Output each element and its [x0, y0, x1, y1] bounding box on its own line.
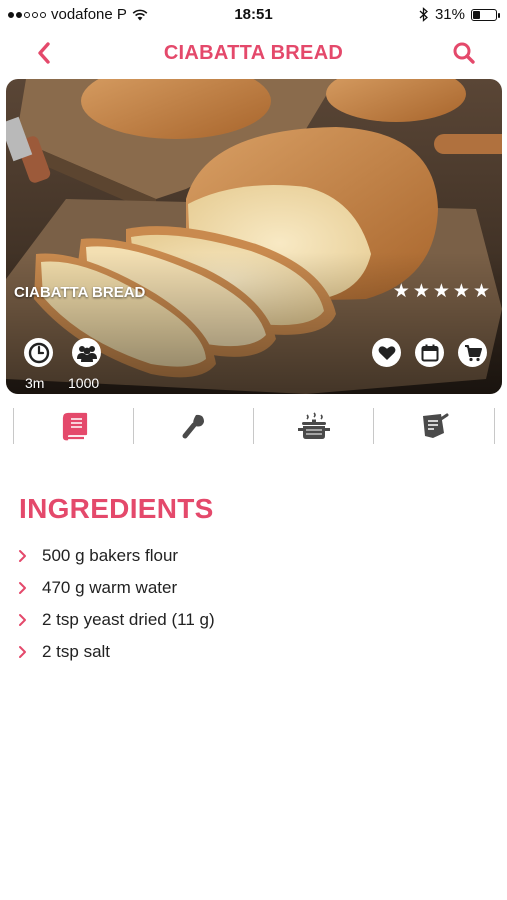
status-bar: vodafone P 18:51 31%	[0, 0, 507, 30]
tab-ingredients[interactable]	[14, 406, 134, 446]
star-icon[interactable]: ★	[473, 282, 490, 301]
chevron-right-icon	[18, 645, 28, 659]
heart-icon	[378, 345, 395, 360]
battery-percent: 31%	[434, 6, 465, 23]
servings-label: 1000	[68, 375, 100, 391]
tab-notes[interactable]	[374, 406, 494, 446]
note-icon	[423, 413, 449, 438]
ingredient-text: 2 tsp salt	[42, 642, 111, 661]
star-icon[interactable]: ★	[393, 282, 410, 301]
prep-time-badge	[24, 338, 53, 367]
recipe-screen: vodafone P 18:51 31% CIABATTA BREAD CIAB…	[0, 0, 507, 900]
ingredient-item: 500 g bakers flour	[18, 540, 488, 572]
book-icon	[62, 412, 88, 441]
ingredient-item: 2 tsp yeast dried (11 g)	[18, 604, 488, 636]
recipe-tab-bar	[13, 406, 495, 446]
battery-level	[473, 10, 481, 19]
tab-divider	[494, 408, 495, 444]
add-to-calendar-button[interactable]	[415, 338, 444, 367]
search-button[interactable]	[449, 38, 479, 68]
chevron-right-icon	[18, 613, 28, 627]
favorite-button[interactable]	[372, 338, 401, 367]
battery-icon	[471, 8, 500, 21]
rating-stars[interactable]: ★ ★ ★ ★ ★	[393, 282, 490, 301]
whisk-icon	[182, 414, 204, 439]
page-title: CIABATTA BREAD	[163, 42, 344, 64]
ingredients-heading: INGREDIENTS	[19, 493, 214, 524]
star-icon[interactable]: ★	[413, 282, 430, 301]
status-right: 31%	[419, 6, 500, 23]
tab-cooking[interactable]	[254, 406, 374, 446]
add-to-cart-button[interactable]	[458, 338, 487, 367]
hero-recipe-title: CIABATTA BREAD	[14, 284, 146, 301]
prep-time-label: 3m	[25, 375, 45, 391]
servings-badge	[72, 338, 101, 367]
calendar-icon	[421, 344, 438, 361]
chevron-right-icon	[18, 549, 28, 563]
ingredient-item: 2 tsp salt	[18, 636, 488, 668]
ingredient-text: 470 g warm water	[42, 578, 178, 597]
tab-utensils[interactable]	[134, 406, 254, 446]
people-icon	[76, 345, 97, 362]
cart-icon	[464, 344, 482, 361]
ingredient-text: 500 g bakers flour	[42, 546, 179, 565]
ingredient-item: 470 g warm water	[18, 572, 488, 604]
clock-icon	[28, 342, 49, 363]
pot-icon	[298, 412, 330, 439]
bluetooth-icon	[419, 7, 428, 22]
star-icon[interactable]: ★	[453, 282, 470, 301]
star-icon[interactable]: ★	[433, 282, 450, 301]
search-icon	[453, 42, 475, 64]
ingredients-list: 500 g bakers flour 470 g warm water 2 tsp …	[18, 540, 488, 668]
nav-bar: CIABATTA BREAD	[0, 30, 507, 76]
recipe-hero-image: CIABATTA BREAD ★ ★ ★ ★ ★ 3m 1000	[6, 79, 502, 394]
ingredient-text: 2 tsp yeast dried (11 g)	[42, 610, 215, 629]
chevron-right-icon	[18, 581, 28, 595]
